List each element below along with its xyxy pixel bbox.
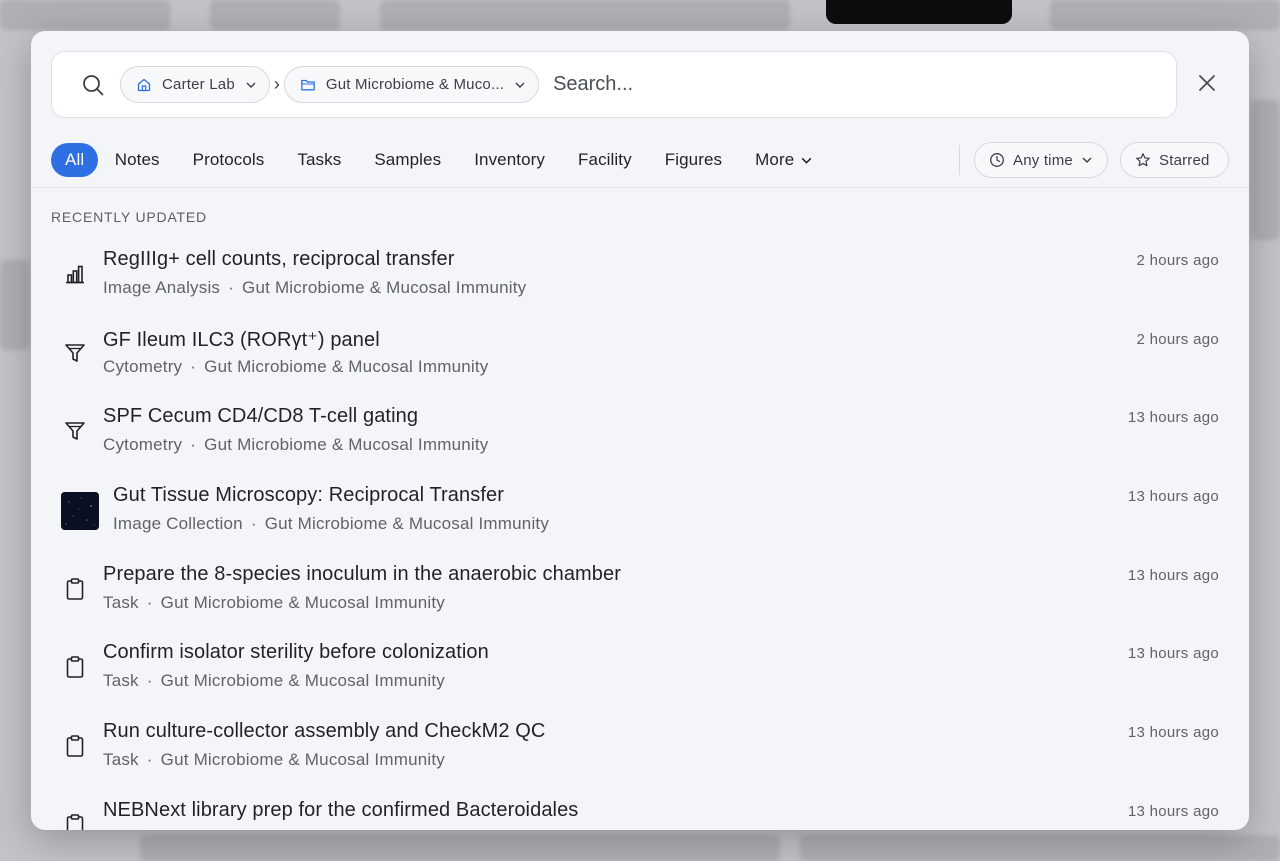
list-item[interactable]: RegIIIg+ cell counts, reciprocal transfe… xyxy=(31,236,1249,315)
list-item[interactable]: Confirm isolator sterility before coloni… xyxy=(31,629,1249,708)
starred-filter-label: Starred xyxy=(1159,151,1210,169)
item-type: Task xyxy=(103,671,139,691)
tab-more-label: More xyxy=(755,150,795,169)
tab-more[interactable]: More xyxy=(739,143,830,177)
folder-icon xyxy=(299,76,317,94)
tab-protocols[interactable]: Protocols xyxy=(176,143,281,177)
item-project: Gut Microbiome & Mucosal Immunity xyxy=(160,671,445,691)
item-type: Image Analysis xyxy=(103,278,221,297)
search-modal: Carter Lab › Gut Microbiome & Muco... Al… xyxy=(31,31,1249,830)
separator-dot: · xyxy=(146,750,153,770)
chevron-down-icon xyxy=(514,79,526,91)
item-project: Gut Microbiome & Mucosal Immunity xyxy=(160,592,445,612)
item-time: 13 hours ago xyxy=(1127,645,1219,663)
item-meta: Task · Gut Microbiome & Mucosal Immunity xyxy=(103,671,445,691)
close-button[interactable] xyxy=(1195,73,1219,97)
separator-dot: · xyxy=(146,671,153,691)
item-project: Gut Microbiome & Mucosal Immunity xyxy=(204,435,489,455)
tab-tasks[interactable]: Tasks xyxy=(281,143,358,177)
list-item[interactable]: Prepare the 8-species inoculum in the an… xyxy=(31,551,1249,630)
item-time: 13 hours ago xyxy=(1127,409,1219,427)
starred-filter-button[interactable]: Starred xyxy=(1120,142,1229,178)
list-item[interactable]: Run culture-collector assembly and Check… xyxy=(31,708,1249,787)
item-meta: Cytometry · Gut Microbiome & Mucosal Immun… xyxy=(103,357,489,377)
tab-samples[interactable]: Samples xyxy=(358,143,458,177)
item-type: Task xyxy=(103,750,139,770)
item-title: Run culture-collector assembly and Check… xyxy=(103,720,546,743)
home-icon xyxy=(135,76,153,94)
clipboard-icon xyxy=(59,651,91,683)
item-title: Gut Tissue Microscopy: Reciprocal Transf… xyxy=(113,484,504,507)
chevron-down-icon xyxy=(245,79,257,91)
item-type: Cytometry xyxy=(103,356,183,376)
close-icon xyxy=(1198,74,1216,97)
item-time: 13 hours ago xyxy=(1127,802,1219,820)
funnel-icon xyxy=(59,415,91,447)
chevron-down-icon xyxy=(1081,154,1093,166)
item-project: Gut Microbiome & Mucosal Immunity xyxy=(242,278,527,297)
search-input[interactable] xyxy=(553,73,1054,96)
list-item[interactable]: NEBNext library prep for the confirmed B… xyxy=(31,787,1249,830)
filter-tabs: All Notes Protocols Tasks Samples Invent… xyxy=(51,143,830,177)
item-title: NEBNext library prep for the confirmed B… xyxy=(103,798,579,821)
clipboard-icon xyxy=(59,730,91,762)
item-type: Image Collection xyxy=(113,514,243,534)
item-time: 2 hours ago xyxy=(1136,252,1219,269)
separator-dot: · xyxy=(250,514,257,534)
item-meta: Image Analysis · Gut Microbiome & Mucosal … xyxy=(103,278,526,298)
header-divider xyxy=(31,187,1249,188)
funnel-icon xyxy=(59,337,91,369)
breadcrumb-separator: › xyxy=(273,74,280,94)
section-title: RECENTLY UPDATED xyxy=(51,209,207,225)
item-time: 13 hours ago xyxy=(1127,566,1219,584)
divider xyxy=(959,145,960,175)
search-bar: Carter Lab › Gut Microbiome & Muco... xyxy=(51,51,1177,118)
separator-dot: · xyxy=(190,435,197,455)
item-title: Prepare the 8-species inoculum in the an… xyxy=(103,562,622,585)
star-icon xyxy=(1135,152,1151,168)
item-title: Confirm isolator sterility before coloni… xyxy=(103,641,489,664)
bar-chart-icon xyxy=(59,258,91,290)
item-title: SPF Cecum CD4/CD8 T-cell gating xyxy=(103,405,419,428)
time-filter-label: Any time xyxy=(1013,151,1073,169)
tab-inventory[interactable]: Inventory xyxy=(458,143,562,177)
item-project: Gut Microbiome & Mucosal Immunity xyxy=(204,356,489,376)
list-item[interactable]: SPF Cecum CD4/CD8 T-cell gating Cytometr… xyxy=(31,393,1249,472)
chevron-down-icon xyxy=(800,154,813,167)
item-meta: Cytometry · Gut Microbiome & Mucosal Immun… xyxy=(103,435,489,455)
list-item[interactable]: GF Ileum ILC3 (RORγt⁺) panel Cytometry · G… xyxy=(31,315,1249,394)
separator-dot: · xyxy=(146,592,153,612)
item-time: 13 hours ago xyxy=(1127,724,1219,742)
breadcrumb-project-label: Gut Microbiome & Muco... xyxy=(325,76,505,93)
item-project: Gut Microbiome & Mucosal Immunity xyxy=(264,514,550,534)
tab-figures[interactable]: Figures xyxy=(648,143,738,177)
breadcrumb-project[interactable]: Gut Microbiome & Muco... xyxy=(283,66,540,103)
separator-dot: · xyxy=(190,356,197,376)
tab-all[interactable]: All xyxy=(51,143,99,177)
breadcrumb-workspace[interactable]: Carter Lab xyxy=(120,66,270,103)
item-type: Cytometry xyxy=(103,435,183,455)
item-time: 2 hours ago xyxy=(1136,330,1219,348)
item-meta: Task · Gut Microbiome & Mucosal Immunity xyxy=(103,750,445,770)
list-item[interactable]: Gut Tissue Microscopy: Reciprocal Transf… xyxy=(31,472,1249,551)
clock-icon xyxy=(989,152,1005,168)
separator-dot: · xyxy=(228,278,235,297)
clipboard-icon xyxy=(59,809,91,830)
search-icon xyxy=(82,74,104,96)
item-meta: Image Collection · Gut Microbiome & Mucosa… xyxy=(113,514,549,534)
item-title: GF Ileum ILC3 (RORγt⁺) panel xyxy=(103,328,380,351)
breadcrumb-workspace-label: Carter Lab xyxy=(162,76,235,93)
item-title: RegIIIg+ cell counts, reciprocal transfe… xyxy=(103,248,455,270)
results-list: RegIIIg+ cell counts, reciprocal transfe… xyxy=(31,236,1249,830)
item-type: Task xyxy=(103,592,139,612)
tab-notes[interactable]: Notes xyxy=(98,143,176,177)
tab-facility[interactable]: Facility xyxy=(562,143,649,177)
item-time: 13 hours ago xyxy=(1127,488,1219,506)
clipboard-icon xyxy=(59,573,91,605)
background-dark-panel xyxy=(826,0,1012,24)
time-filter-dropdown[interactable]: Any time xyxy=(974,142,1108,178)
item-meta: Task · Gut Microbiome & Mucosal Immunity xyxy=(103,593,445,613)
item-project: Gut Microbiome & Mucosal Immunity xyxy=(160,750,445,770)
image-thumbnail xyxy=(61,492,99,531)
